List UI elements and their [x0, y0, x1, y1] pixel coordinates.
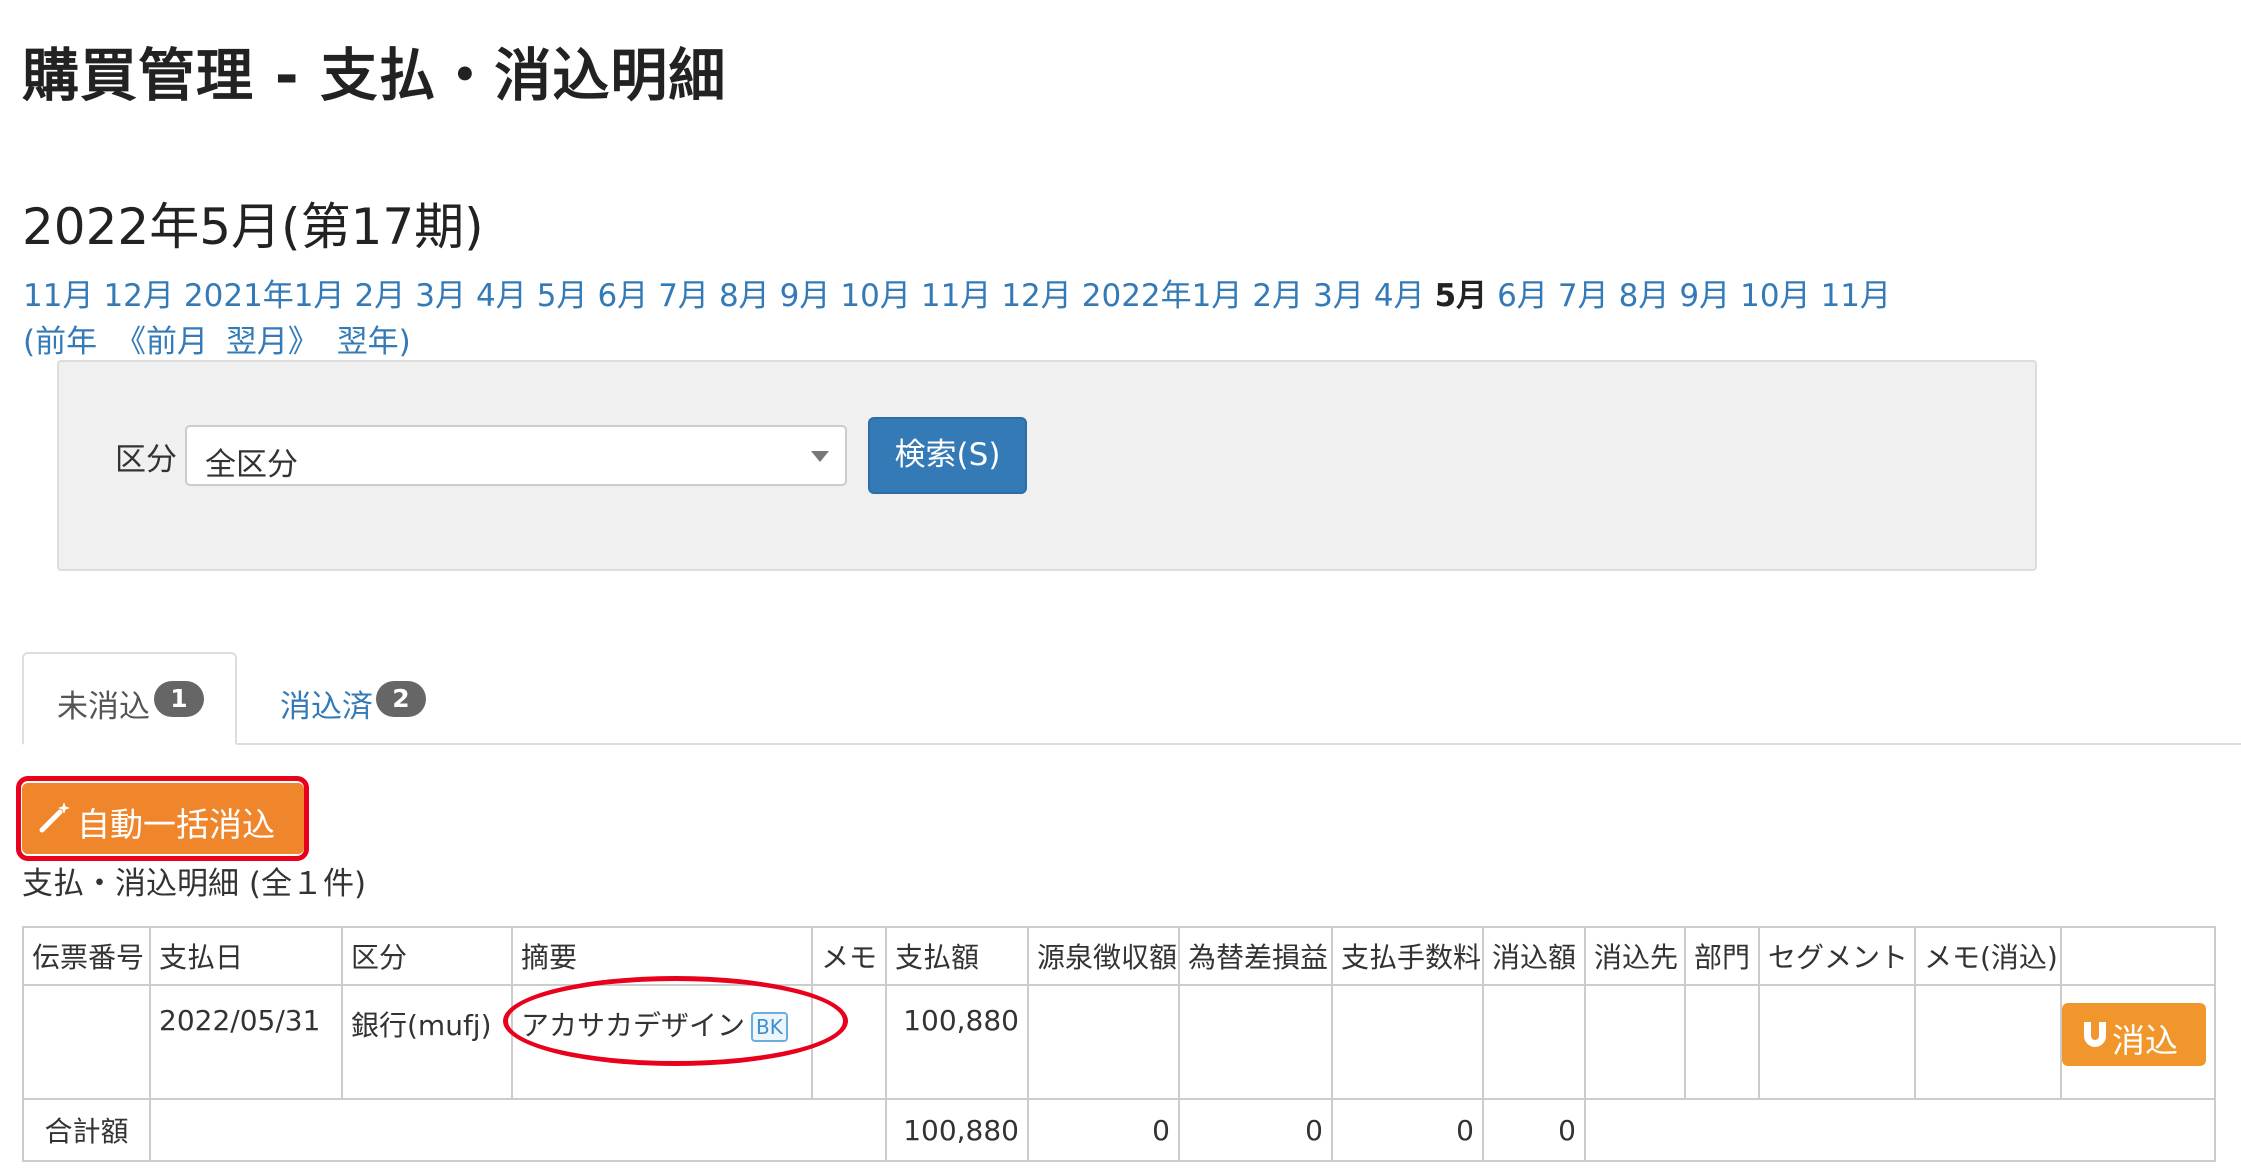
column-header: [2060, 926, 2216, 986]
month-link[interactable]: 10月: [1740, 278, 1810, 314]
month-link[interactable]: 4月: [476, 278, 527, 314]
prev-year-link[interactable]: (前年: [23, 324, 97, 360]
month-link[interactable]: 9月: [780, 278, 831, 314]
category-select-value: 全区分: [205, 447, 298, 483]
search-button[interactable]: 検索(S): [868, 417, 1027, 494]
reconcile-button-label: 消込: [2112, 1021, 2178, 1060]
month-link[interactable]: 5月: [537, 278, 588, 314]
column-header: 源泉徴収額: [1027, 926, 1180, 986]
voucher-no-cell: [22, 984, 151, 1100]
month-link[interactable]: 7月: [1558, 278, 1609, 314]
payment-date-cell: 2022/05/31: [149, 984, 343, 1100]
tab-reconciled-count-badge: 2: [376, 681, 426, 717]
highlight-box: [16, 776, 309, 861]
payment-detail-table: 伝票番号 支払日 区分 摘要 メモ 支払額 源泉徴収額 為替差損益 支払手数料 …: [22, 926, 2216, 1162]
month-link[interactable]: 11月: [921, 278, 991, 314]
column-header: 支払額: [885, 926, 1029, 986]
tab-reconciled-label[interactable]: 消込済: [280, 681, 373, 726]
highlight-oval: [503, 976, 848, 1066]
column-header: 為替差損益: [1178, 926, 1333, 986]
amount-cell: 100,880: [885, 984, 1029, 1100]
month-link[interactable]: 2022年1月: [1082, 278, 1243, 314]
page-title: 購買管理 - 支払・消込明細: [22, 43, 727, 109]
segment-cell: [1758, 984, 1916, 1100]
column-header: 部門: [1684, 926, 1760, 986]
total-amount: 100,880: [885, 1098, 1029, 1162]
tabs-divider: [22, 743, 2241, 745]
tab-unreconciled-count-badge: 1: [154, 681, 204, 717]
total-fee: 0: [1331, 1098, 1484, 1162]
reconcile-button[interactable]: 消込: [2062, 1003, 2206, 1066]
column-header: メモ: [811, 926, 887, 986]
month-link[interactable]: 8月: [1619, 278, 1670, 314]
table-header-row: 伝票番号 支払日 区分 摘要 メモ 支払額 源泉徴収額 為替差損益 支払手数料 …: [22, 926, 2216, 986]
totals-label: 合計額: [22, 1098, 151, 1162]
column-header: 消込額: [1482, 926, 1586, 986]
total-reconciled: 0: [1482, 1098, 1586, 1162]
month-link[interactable]: 10月: [840, 278, 910, 314]
column-header: 伝票番号: [22, 926, 151, 986]
year-month-stepper: (前年 《前月 翌月》 翌年): [23, 316, 419, 361]
category-label: 区分: [115, 442, 177, 478]
column-header: セグメント: [1758, 926, 1916, 986]
month-link[interactable]: 7月: [658, 278, 709, 314]
memo-reconcile-cell: [1914, 984, 2062, 1100]
chevron-down-icon: [811, 451, 829, 462]
next-month-link[interactable]: 翌月》: [226, 324, 319, 360]
column-header: 支払手数料: [1331, 926, 1484, 986]
month-link[interactable]: 11月: [1821, 278, 1891, 314]
table-row: 2022/05/31 銀行(mufj) アカサカデザイン BK 100,880: [22, 984, 2216, 1100]
totals-spacer: [149, 1098, 887, 1162]
month-link[interactable]: 12月: [103, 278, 173, 314]
category-cell: 銀行(mufj): [341, 984, 513, 1100]
month-link[interactable]: 9月: [1679, 278, 1730, 314]
month-link[interactable]: 3月: [415, 278, 466, 314]
department-cell: [1684, 984, 1760, 1100]
month-link[interactable]: 2月: [355, 278, 406, 314]
month-navigation: 11月 12月 2021年1月 2月 3月 4月 5月 6月 7月 8月 9月 10月 11月 12月 20…: [23, 270, 1901, 315]
column-header: 区分: [341, 926, 513, 986]
column-header: 支払日: [149, 926, 343, 986]
column-header: 消込先: [1584, 926, 1686, 986]
month-link[interactable]: 6月: [1497, 278, 1548, 314]
month-link[interactable]: 8月: [719, 278, 770, 314]
totals-trailing: [1584, 1098, 2216, 1162]
prev-month-link[interactable]: 《前月: [115, 324, 208, 360]
month-link[interactable]: 11月: [23, 278, 93, 314]
fee-cell: [1331, 984, 1484, 1100]
month-link[interactable]: 5月: [1435, 278, 1488, 314]
month-link[interactable]: 6月: [597, 278, 648, 314]
column-header: メモ(消込): [1914, 926, 2062, 986]
withholding-cell: [1027, 984, 1180, 1100]
total-withholding: 0: [1027, 1098, 1180, 1162]
month-link[interactable]: 2021年1月: [184, 278, 345, 314]
month-link[interactable]: 2月: [1252, 278, 1303, 314]
reconciled-cell: [1482, 984, 1586, 1100]
fx-gain-loss-cell: [1178, 984, 1333, 1100]
total-fx-gain-loss: 0: [1178, 1098, 1333, 1162]
category-select[interactable]: 全区分: [185, 425, 847, 486]
period-title: 2022年5月(第17期): [22, 198, 484, 256]
totals-row: 合計額 100,880 0 0 0 0: [22, 1098, 2216, 1162]
next-year-link[interactable]: 翌年): [337, 324, 411, 360]
month-link[interactable]: 4月: [1374, 278, 1425, 314]
month-link[interactable]: 12月: [1001, 278, 1071, 314]
magnet-icon: [2084, 1022, 2106, 1047]
tab-unreconciled-label[interactable]: 未消込: [57, 681, 150, 726]
reconcile-target-cell: [1584, 984, 1686, 1100]
list-caption: 支払・消込明細 (全１件): [22, 866, 367, 902]
month-link[interactable]: 3月: [1313, 278, 1364, 314]
